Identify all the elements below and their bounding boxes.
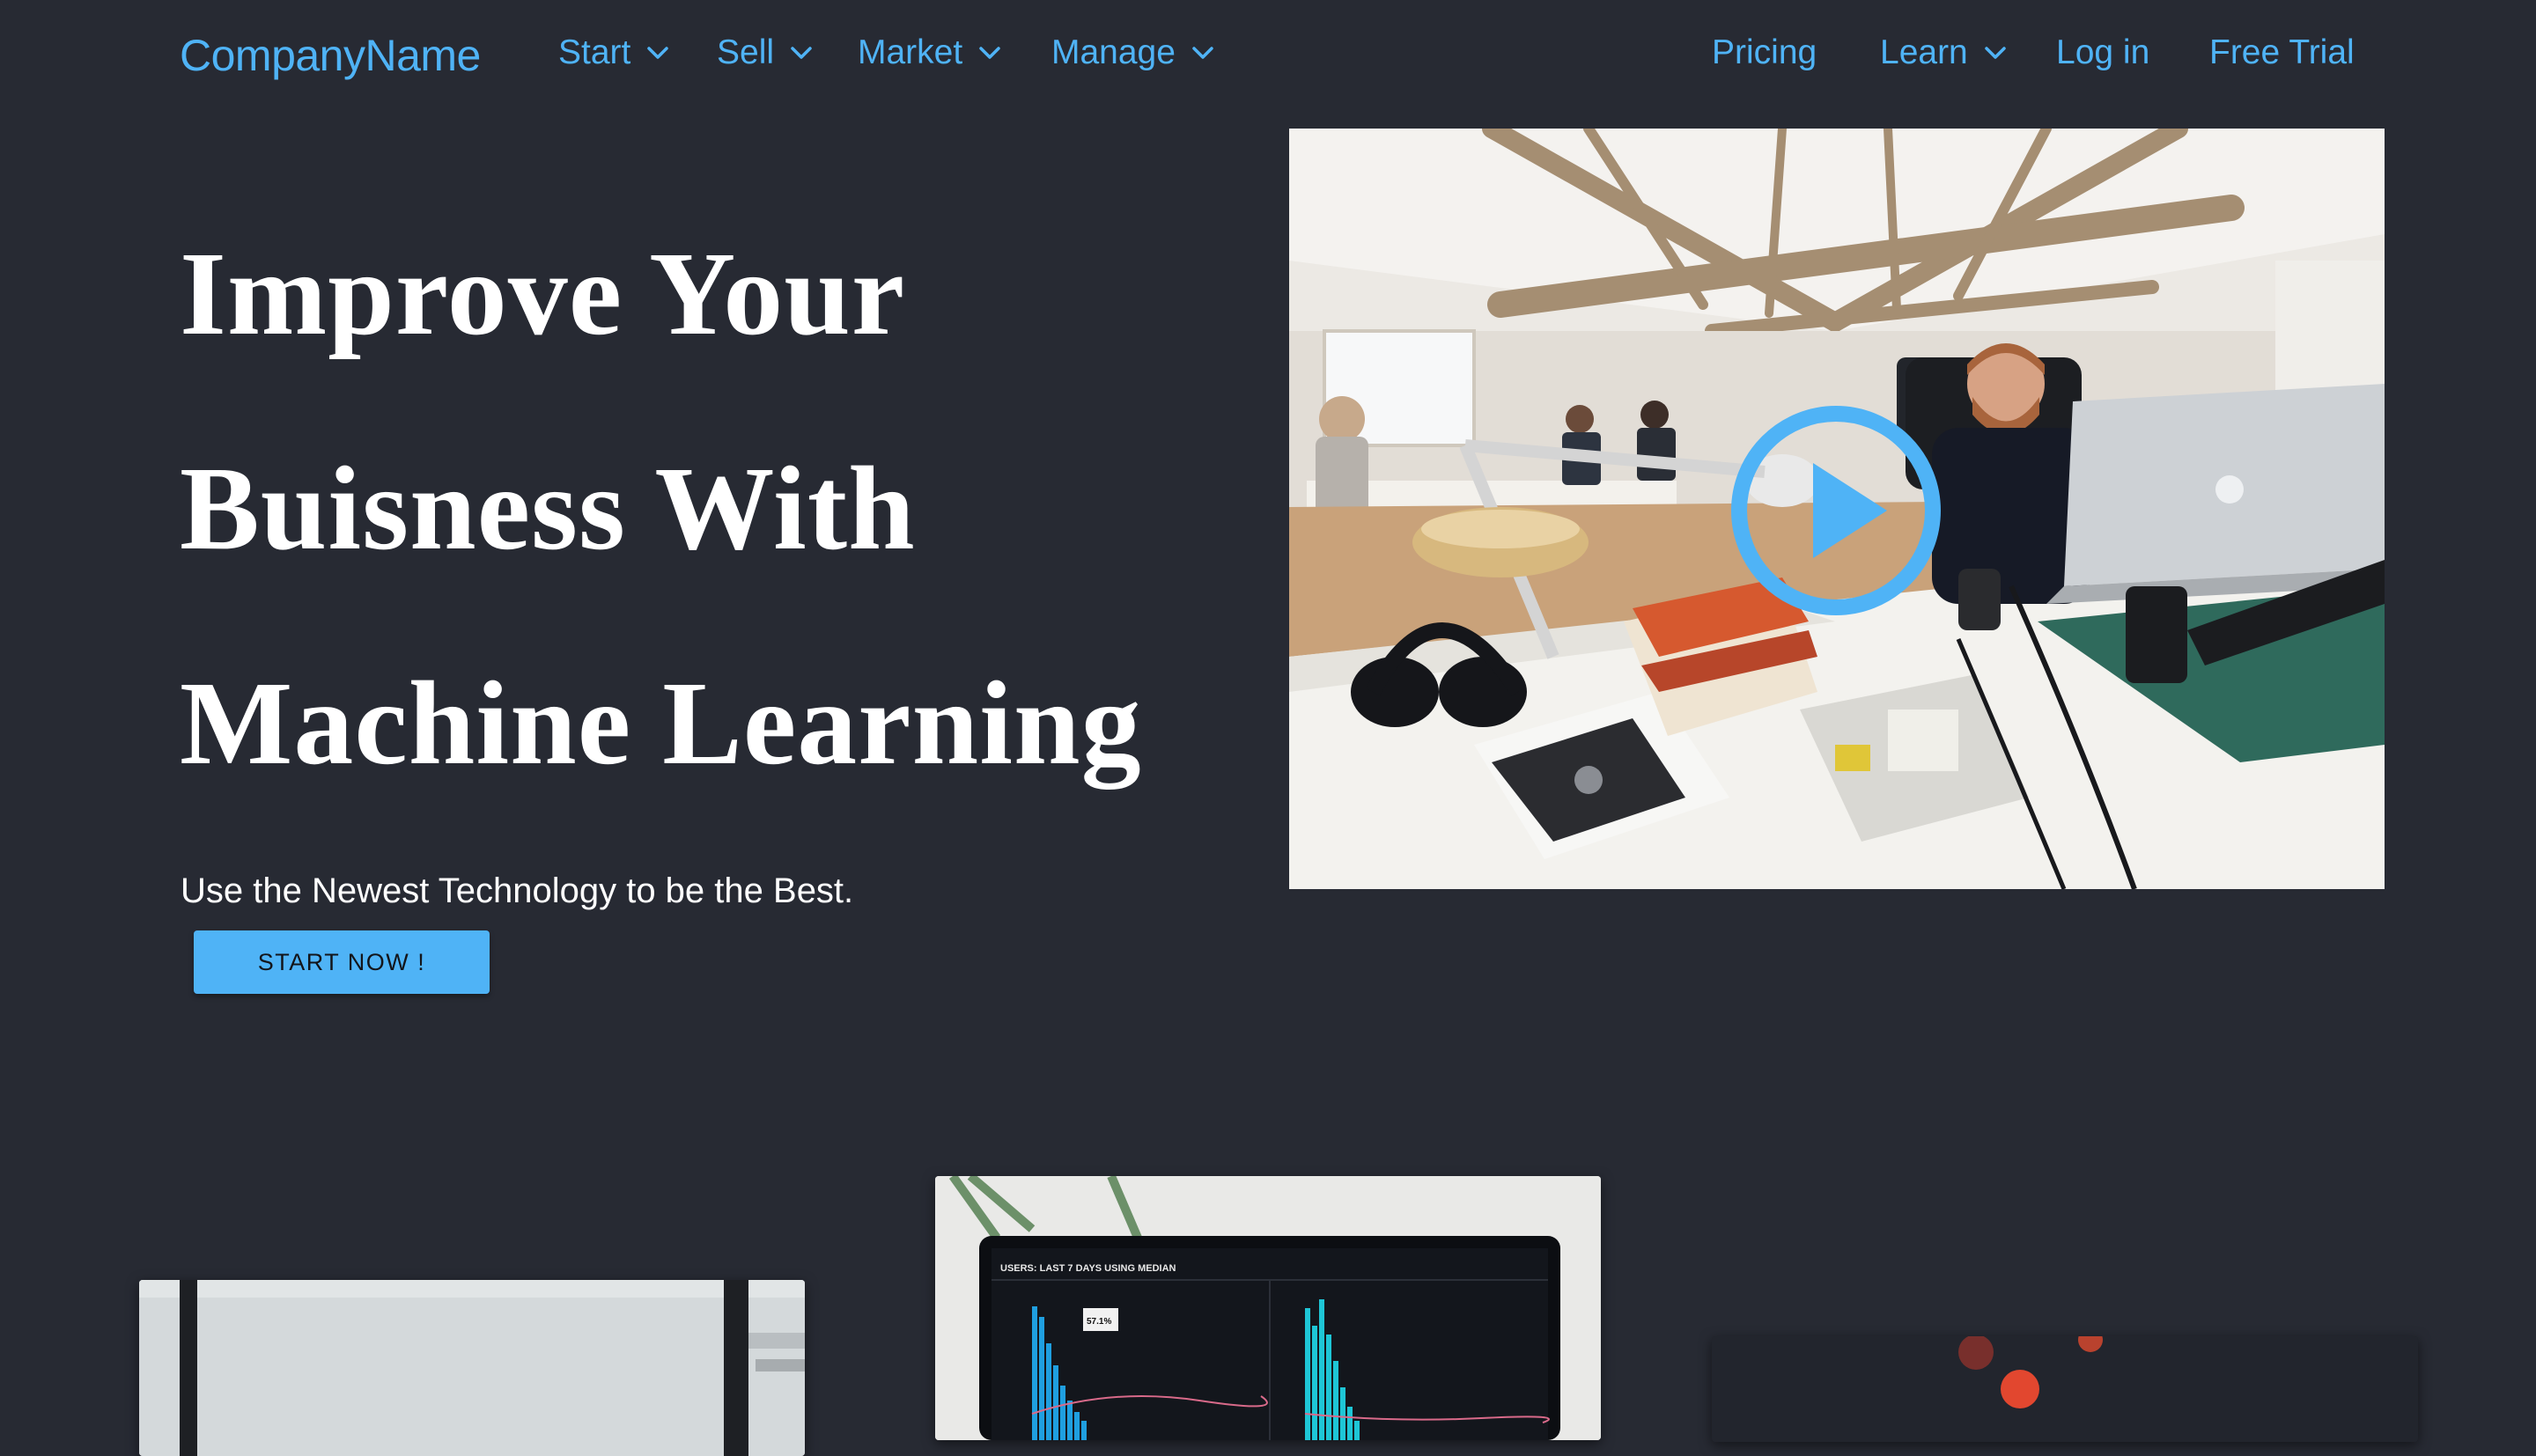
nav-item-manage[interactable]: Manage: [1051, 33, 1214, 72]
play-icon: [1731, 406, 1941, 615]
chevron-down-icon: [978, 46, 1001, 60]
hero-subtitle: Use the Newest Technology to be the Best…: [181, 871, 854, 910]
nav-item-label: Manage: [1051, 33, 1176, 71]
nav-item-label: Learn: [1880, 33, 1968, 71]
hero-title: Improve Your Buisness With Machine Learn…: [180, 187, 1254, 831]
nav-item-sell[interactable]: Sell: [717, 33, 813, 72]
dashboard-header: USERS: LAST 7 DAYS USING MEDIAN: [1000, 1263, 1176, 1274]
start-now-button[interactable]: START NOW !: [194, 930, 490, 994]
nav-item-label: Sell: [717, 33, 775, 71]
brand-logo-link[interactable]: CompanyName: [180, 30, 481, 81]
play-button[interactable]: [1727, 401, 1945, 620]
bokeh-photo: [1712, 1336, 2418, 1442]
nav-item-learn[interactable]: Learn: [1880, 33, 2007, 72]
video-player[interactable]: [1289, 129, 2385, 889]
hero-title-line: Improve Your: [180, 228, 906, 360]
chevron-down-icon: [646, 46, 669, 60]
feature-card-window[interactable]: [139, 1280, 805, 1456]
nav-link-login[interactable]: Log in: [2056, 33, 2149, 72]
nav-item-start[interactable]: Start: [558, 33, 669, 72]
window-photo: [139, 1280, 805, 1456]
nav-link-free-trial[interactable]: Free Trial: [2209, 33, 2355, 72]
nav-link-pricing[interactable]: Pricing: [1712, 33, 1817, 72]
nav-item-label: Start: [558, 33, 631, 71]
dashboard-tooltip: 57.1%: [1087, 1317, 1111, 1327]
chevron-down-icon: [790, 46, 813, 60]
hero-title-line: Buisness With: [180, 443, 916, 575]
dashboard-photo: USERS: LAST 7 DAYS USING MEDIAN 57.1%: [935, 1176, 1601, 1440]
nav-item-label: Market: [858, 33, 963, 71]
feature-card-bokeh[interactable]: [1712, 1336, 2418, 1442]
chevron-down-icon: [1191, 46, 1214, 60]
hero-title-line: Machine Learning: [180, 658, 1142, 790]
nav-item-market[interactable]: Market: [858, 33, 1001, 72]
chevron-down-icon: [1984, 46, 2007, 60]
feature-card-dashboard[interactable]: USERS: LAST 7 DAYS USING MEDIAN 57.1%: [935, 1176, 1601, 1440]
top-navigation: CompanyName Start Sell Market Manage Pri…: [0, 0, 2536, 114]
